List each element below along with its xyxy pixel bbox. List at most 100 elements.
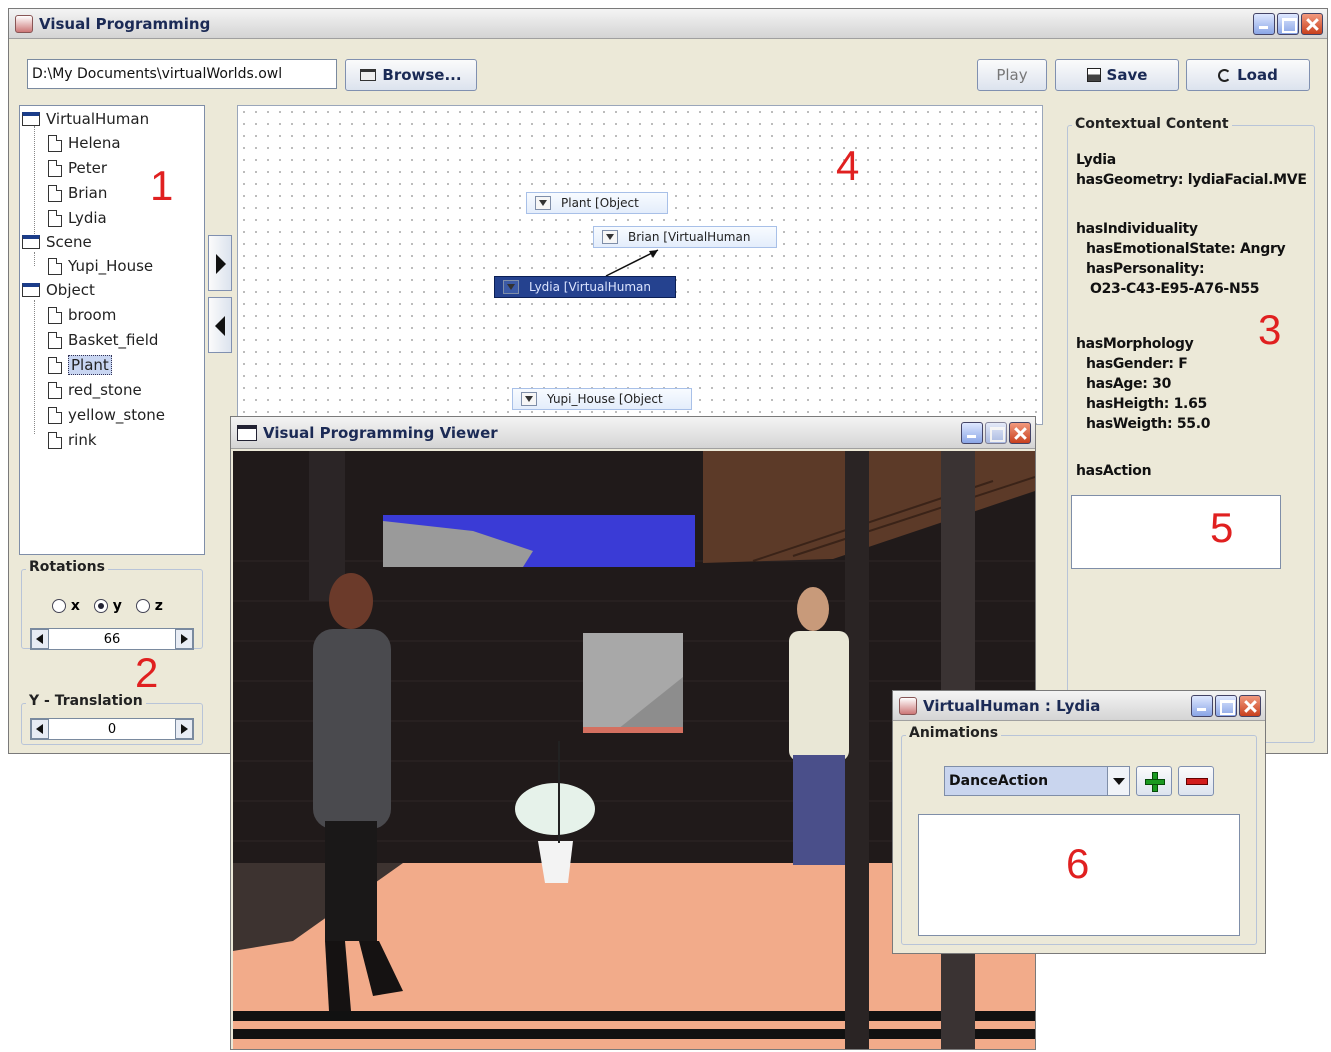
maximize-button[interactable] (1215, 695, 1237, 717)
radio-z[interactable]: z (135, 598, 163, 614)
file-path-field[interactable]: D:\My Documents\virtualWorlds.owl (27, 59, 337, 89)
tree-guides (34, 252, 35, 266)
tree-item-label: Basket_field (68, 331, 159, 349)
arrow-left-icon[interactable] (31, 629, 49, 649)
canvas-node-yupi-house[interactable]: Yupi_House [Object (512, 388, 692, 410)
maximize-button[interactable] (985, 422, 1007, 444)
contextual-content-title: Contextual Content (1072, 116, 1232, 132)
tree-item[interactable]: broom (48, 304, 116, 326)
file-icon (48, 159, 62, 177)
ctx-emotional-state: hasEmotionalState: Angry (1086, 241, 1286, 257)
load-button[interactable]: Load (1186, 59, 1310, 91)
dropdown-icon (535, 196, 551, 210)
arrow-right-icon[interactable] (175, 629, 193, 649)
plus-icon (1145, 772, 1165, 792)
remove-from-canvas-button[interactable] (208, 297, 232, 353)
file-icon (48, 257, 62, 275)
minimize-button[interactable] (961, 422, 983, 444)
main-window-title: Visual Programming (39, 14, 211, 33)
file-icon (48, 306, 62, 324)
arrow-left-icon[interactable] (31, 719, 49, 739)
minimize-button[interactable] (1253, 13, 1275, 35)
tree-category-virtualhuman[interactable]: VirtualHuman (22, 108, 149, 130)
tree-item-label: Yupi_House (68, 257, 154, 275)
tree-item[interactable]: Basket_field (48, 329, 158, 351)
browse-button-label: Browse... (382, 66, 462, 84)
animation-selected-value: DanceAction (949, 773, 1049, 789)
rotations-group: Rotations x y z 66 (21, 559, 203, 650)
contextual-content-group: Contextual Content Lydia hasGeometry: ly… (1067, 116, 1315, 743)
region-label-3: 3 (1258, 306, 1282, 353)
save-button[interactable]: Save (1055, 59, 1179, 91)
tree-item[interactable]: Lydia (48, 207, 107, 229)
folder-icon (22, 235, 40, 249)
region-label-5: 5 (1210, 504, 1234, 551)
triangle-left-icon (215, 316, 225, 336)
floppy-icon (1086, 68, 1101, 82)
add-animation-button[interactable] (1136, 766, 1172, 796)
rotation-slider[interactable]: 66 (30, 628, 194, 650)
virtualhuman-window: VirtualHuman : Lydia Animations DanceAct… (892, 690, 1266, 954)
folder-icon (22, 283, 40, 297)
close-button[interactable] (1009, 422, 1031, 444)
radio-x[interactable]: x (52, 598, 80, 614)
file-icon (48, 331, 62, 349)
rotations-label: Rotations (26, 559, 108, 575)
translation-value: 0 (107, 721, 117, 737)
tree-item[interactable]: Brian (48, 182, 107, 204)
chevron-down-icon[interactable] (1107, 767, 1129, 795)
radio-circle-icon (135, 599, 150, 613)
folder-icon (360, 69, 377, 81)
tree-item[interactable]: red_stone (48, 379, 142, 401)
axis-radio-group: x y z (52, 598, 163, 614)
remove-animation-button[interactable] (1178, 766, 1214, 796)
tree-item-selected[interactable]: Plant (48, 354, 112, 376)
tree-guides (34, 126, 35, 234)
tree-item[interactable]: Yupi_House (48, 255, 153, 277)
tree-category-label: Scene (46, 233, 92, 251)
radio-label: x (70, 598, 80, 614)
translation-slider[interactable]: 0 (30, 718, 194, 740)
node-label: Plant [Object (561, 196, 639, 210)
tree-item-label: Peter (68, 159, 108, 177)
browse-button[interactable]: Browse... (345, 59, 477, 91)
tree-item-label: Helena (68, 134, 121, 152)
save-button-label: Save (1106, 66, 1148, 84)
file-icon (48, 184, 62, 202)
tree-item[interactable]: Peter (48, 157, 107, 179)
close-button[interactable] (1239, 695, 1261, 717)
main-title-bar[interactable]: Visual Programming (9, 9, 1327, 39)
tree-category-scene[interactable]: Scene (22, 231, 92, 253)
viewer-title-bar[interactable]: Visual Programming Viewer (231, 417, 1035, 449)
minimize-button[interactable] (1191, 695, 1213, 717)
tree-item-label: Brian (68, 184, 108, 202)
canvas-node-plant[interactable]: Plant [Object (526, 192, 668, 214)
tree-category-object[interactable]: Object (22, 279, 95, 301)
region-label-2: 2 (135, 649, 159, 696)
add-to-canvas-button[interactable] (208, 235, 232, 291)
canvas-node-brian[interactable]: Brian [VirtualHuman (593, 226, 777, 248)
viewer-window-title: Visual Programming Viewer (263, 423, 498, 442)
y-translation-label: Y - Translation (26, 693, 146, 709)
tree-item[interactable]: yellow_stone (48, 404, 165, 426)
vh-title-bar[interactable]: VirtualHuman : Lydia (893, 691, 1265, 721)
object-tree[interactable]: VirtualHuman Helena Peter Brian Lydia Sc… (19, 105, 205, 555)
file-icon (48, 356, 62, 374)
close-button[interactable] (1301, 13, 1323, 35)
ctx-height: hasHeigth: 1.65 (1086, 396, 1207, 412)
arrow-right-icon[interactable] (175, 719, 193, 739)
triangle-right-icon (216, 254, 226, 274)
radio-y[interactable]: y (93, 598, 122, 614)
tree-item[interactable]: rink (48, 429, 97, 451)
tree-item[interactable]: Helena (48, 132, 121, 154)
ctx-personality: hasPersonality: (1086, 261, 1205, 277)
maximize-button[interactable] (1277, 13, 1299, 35)
dropdown-icon (602, 230, 618, 244)
action-list[interactable] (1071, 495, 1281, 569)
tree-category-label: VirtualHuman (46, 110, 150, 128)
node-label: Brian [VirtualHuman (628, 230, 751, 244)
canvas-node-lydia[interactable]: Lydia [VirtualHuman (494, 276, 676, 298)
graph-canvas[interactable]: Plant [Object Brian [VirtualHuman Lydia … (237, 105, 1043, 425)
animation-select[interactable]: DanceAction (944, 766, 1130, 796)
play-button[interactable]: Play (977, 59, 1047, 91)
